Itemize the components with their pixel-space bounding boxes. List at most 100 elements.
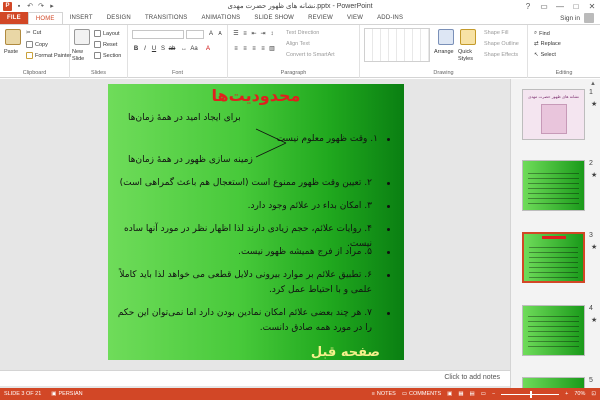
font-name-dropdown[interactable]	[132, 30, 184, 39]
tab-home[interactable]: HOME	[27, 12, 63, 24]
tab-transitions[interactable]: TRANSITIONS	[138, 12, 195, 24]
avatar[interactable]	[584, 13, 594, 23]
align-text-button[interactable]: Align Text	[286, 41, 310, 47]
tab-slide-show[interactable]: SLIDE SHOW	[247, 12, 301, 24]
zoom-level[interactable]: 70%	[574, 391, 585, 397]
maximize-button[interactable]: □	[568, 0, 584, 12]
tab-add-ins[interactable]: ADD-INS	[370, 12, 410, 24]
increase-indent-icon[interactable]: ⇥	[259, 30, 267, 38]
paste-icon[interactable]	[5, 29, 21, 45]
list-item[interactable]: ۱. وقت ظهور معلوم نیست	[114, 132, 396, 147]
slide-sorter-view-icon[interactable]: ▦	[458, 391, 463, 397]
layout-button[interactable]: Layout	[94, 30, 120, 37]
section-button[interactable]: Section	[94, 52, 121, 59]
paste-button[interactable]: Paste	[4, 49, 18, 55]
branch-top-text[interactable]: برای ایجاد امید در همهٔ زمان‌ها	[128, 113, 241, 123]
language-indicator[interactable]: ▣ PERSIAN	[51, 391, 82, 397]
char-spacing-icon[interactable]: ↔	[180, 45, 188, 53]
ribbon-display-button[interactable]: ▭	[536, 0, 552, 12]
format-painter-button[interactable]: Format Painter	[26, 52, 71, 59]
reset-button[interactable]: Reset	[94, 41, 117, 48]
align-center-icon[interactable]: ≡	[241, 45, 249, 53]
branch-bottom-text[interactable]: زمینه سازی ظهور در همهٔ زمان‌ها	[128, 155, 253, 165]
slide-thumbnail-5[interactable]	[522, 377, 585, 388]
current-slide[interactable]: محدودیت‌ها برای ایجاد امید در همهٔ زمان‌…	[108, 84, 404, 360]
tab-file[interactable]: FILE	[0, 12, 28, 24]
shrink-font-icon[interactable]: A	[216, 30, 224, 38]
sign-in-link[interactable]: Sign in	[560, 15, 580, 22]
list-item[interactable]: ۶. تطبیق علائم بر موارد بیرونی دلایل قطع…	[114, 268, 396, 298]
quick-styles-button[interactable]: Quick Styles	[458, 49, 482, 63]
slide-thumbnail-4[interactable]	[522, 305, 585, 356]
fit-slide-icon[interactable]: ⊡	[591, 391, 596, 397]
notes-pane[interactable]: Click to add notes	[0, 370, 510, 386]
shape-fill-button[interactable]: Shape Fill	[484, 30, 508, 36]
slide-thumbnail-2[interactable]	[522, 160, 585, 211]
list-item[interactable]: ۳. امکان بداء در علائم وجود دارد.	[114, 199, 396, 214]
shadow-icon[interactable]: S	[159, 45, 167, 53]
slide-thumbnail-1[interactable]: نشانه های ظهور حضرت مهدی	[522, 89, 585, 140]
italic-icon[interactable]: I	[141, 45, 149, 53]
notes-toggle-button[interactable]: ≡ NOTES	[372, 391, 396, 397]
tab-view[interactable]: VIEW	[340, 12, 370, 24]
tab-review[interactable]: REVIEW	[301, 12, 340, 24]
tab-insert[interactable]: INSERT	[63, 12, 100, 24]
list-item[interactable]: ۲. تعیین وقت ظهور ممنوع است (استعجال هم …	[114, 176, 396, 191]
notes-placeholder[interactable]: Click to add notes	[444, 374, 500, 381]
zoom-in-icon[interactable]: +	[565, 391, 568, 397]
start-slideshow-icon[interactable]: ▸	[48, 2, 56, 10]
replace-button[interactable]: ⇄ Replace	[534, 41, 561, 47]
scroll-up-icon[interactable]: ▲	[590, 81, 596, 87]
columns-icon[interactable]: ▥	[268, 45, 276, 53]
zoom-slider-thumb[interactable]	[530, 390, 533, 398]
tab-design[interactable]: DESIGN	[100, 12, 138, 24]
underline-icon[interactable]: U	[150, 45, 158, 53]
change-case-icon[interactable]: Aa	[190, 45, 198, 53]
shape-outline-button[interactable]: Shape Outline	[484, 41, 519, 47]
redo-icon[interactable]: ↷	[37, 2, 45, 10]
arrange-icon[interactable]	[438, 29, 454, 45]
previous-page-link[interactable]: صفحه قبل	[311, 345, 380, 360]
decrease-indent-icon[interactable]: ⇤	[250, 30, 258, 38]
font-color-icon[interactable]: A	[204, 45, 212, 53]
help-button[interactable]: ?	[520, 0, 536, 12]
grow-font-icon[interactable]: A	[207, 30, 215, 38]
numbering-icon[interactable]: ≡	[241, 30, 249, 38]
normal-view-icon[interactable]: ▣	[447, 391, 452, 397]
tab-animations[interactable]: ANIMATIONS	[194, 12, 247, 24]
undo-icon[interactable]: ↶	[26, 2, 34, 10]
slide-title[interactable]: محدودیت‌ها	[108, 86, 404, 105]
comments-toggle-button[interactable]: ▭ COMMENTS	[402, 391, 441, 397]
strikethrough-icon[interactable]: ab	[168, 45, 176, 53]
zoom-slider[interactable]	[501, 390, 560, 398]
cut-button[interactable]: ✂ Cut	[26, 30, 41, 36]
slideshow-view-icon[interactable]: ▭	[481, 391, 486, 397]
align-left-icon[interactable]: ≡	[232, 45, 240, 53]
bullets-icon[interactable]: ☰	[232, 30, 240, 38]
minimize-button[interactable]: —	[552, 0, 568, 12]
quick-styles-icon[interactable]	[460, 29, 476, 45]
close-button[interactable]: ✕	[584, 0, 600, 12]
zoom-out-icon[interactable]: −	[492, 391, 495, 397]
new-slide-icon[interactable]	[74, 29, 90, 45]
convert-smartart-button[interactable]: Convert to SmartArt	[286, 52, 335, 58]
align-right-icon[interactable]: ≡	[250, 45, 258, 53]
find-button[interactable]: ⌕ Find	[534, 30, 550, 37]
bold-icon[interactable]: B	[132, 45, 140, 53]
line-spacing-icon[interactable]: ↕	[268, 30, 276, 38]
list-item[interactable]: ۷. هر چند بعضی علائم امکان نمادین بودن د…	[114, 306, 396, 336]
copy-button[interactable]: Copy	[26, 41, 48, 48]
slide-thumbnails-pane[interactable]: ▲ 1 ★ نشانه های ظهور حضرت مهدی 2 ★ 3 ★ 4…	[510, 79, 600, 388]
font-size-dropdown[interactable]	[186, 30, 204, 39]
save-icon[interactable]: ▪	[15, 2, 23, 10]
shape-effects-button[interactable]: Shape Effects	[484, 52, 518, 58]
reading-view-icon[interactable]: ▤	[470, 391, 475, 397]
text-direction-button[interactable]: Text Direction	[286, 30, 319, 36]
list-item[interactable]: ۵. مراد از فرج همیشه ظهور نیست.	[114, 245, 396, 260]
slide-thumbnail-3[interactable]	[522, 232, 585, 283]
shapes-gallery[interactable]	[364, 28, 430, 62]
justify-icon[interactable]: ≡	[259, 45, 267, 53]
new-slide-button[interactable]: New Slide	[72, 49, 94, 63]
arrange-button[interactable]: Arrange	[434, 49, 454, 55]
select-button[interactable]: ↖ Select	[534, 52, 556, 58]
